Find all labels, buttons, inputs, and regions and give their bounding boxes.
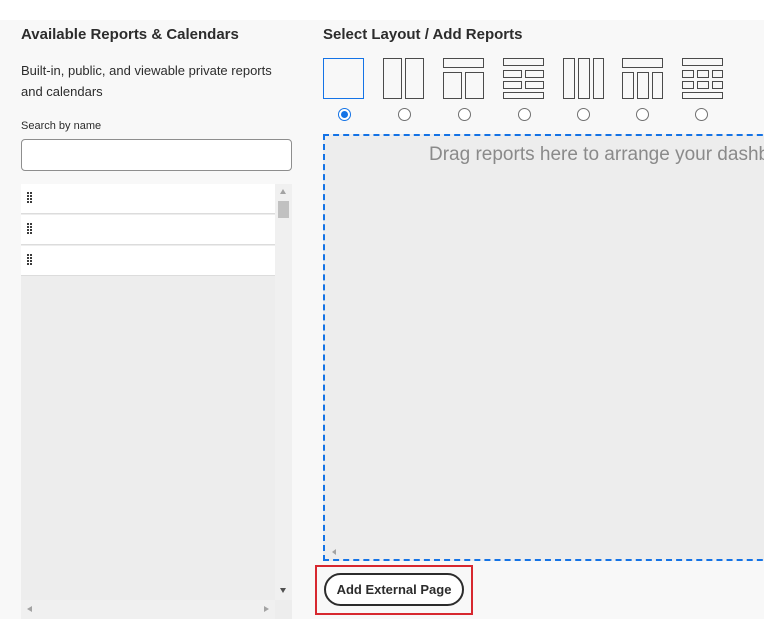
layout-radio-three-columns[interactable] (577, 108, 590, 121)
layout-header-grid-footer-icon[interactable] (503, 58, 545, 100)
scroll-left-arrow-icon[interactable] (332, 549, 336, 555)
layout-radio-header-three-grid-footer[interactable] (695, 108, 708, 121)
list-vertical-scrollbar[interactable] (275, 184, 292, 600)
layout-radio-header-three-columns[interactable] (636, 108, 649, 121)
layout-single-column-icon[interactable] (323, 58, 365, 100)
layout-header-three-grid-footer-icon[interactable] (682, 58, 724, 100)
layout-radio-two-columns[interactable] (398, 108, 411, 121)
scroll-right-arrow-icon[interactable] (264, 606, 269, 612)
layout-radio-header-two-columns[interactable] (458, 108, 471, 121)
scroll-left-arrow-icon[interactable] (27, 606, 32, 612)
add-external-page-button[interactable]: Add External Page (324, 573, 464, 606)
drag-handle-icon[interactable] (27, 254, 33, 266)
list-item[interactable] (21, 215, 275, 245)
drag-handle-icon[interactable] (27, 223, 33, 235)
drag-handle-icon[interactable] (27, 192, 33, 204)
layout-radio-header-grid-footer[interactable] (518, 108, 531, 121)
available-reports-title: Available Reports & Calendars (21, 26, 239, 43)
scroll-up-arrow-icon[interactable] (280, 189, 286, 194)
top-strip (0, 0, 764, 20)
layout-two-columns-icon[interactable] (383, 58, 425, 100)
layout-header-two-columns-icon[interactable] (443, 58, 485, 100)
scrollbar-thumb[interactable] (278, 201, 289, 218)
available-reports-description: Built-in, public, and viewable private r… (21, 63, 272, 99)
layout-radio-single-column[interactable] (338, 108, 351, 121)
layout-three-columns-icon[interactable] (563, 58, 605, 100)
reports-list (21, 184, 292, 619)
dashboard-drop-zone[interactable]: Drag reports here to arrange your dashbo (323, 134, 764, 561)
select-layout-title: Select Layout / Add Reports (323, 26, 523, 43)
search-input[interactable] (21, 139, 292, 171)
layout-header-three-columns-icon[interactable] (622, 58, 664, 100)
list-item[interactable] (21, 184, 275, 214)
list-horizontal-scrollbar[interactable] (21, 600, 275, 619)
search-label: Search by name (21, 120, 102, 132)
drop-zone-hint: Drag reports here to arrange your dashbo (429, 144, 764, 165)
list-item[interactable] (21, 246, 275, 276)
scroll-down-arrow-icon[interactable] (280, 588, 286, 593)
